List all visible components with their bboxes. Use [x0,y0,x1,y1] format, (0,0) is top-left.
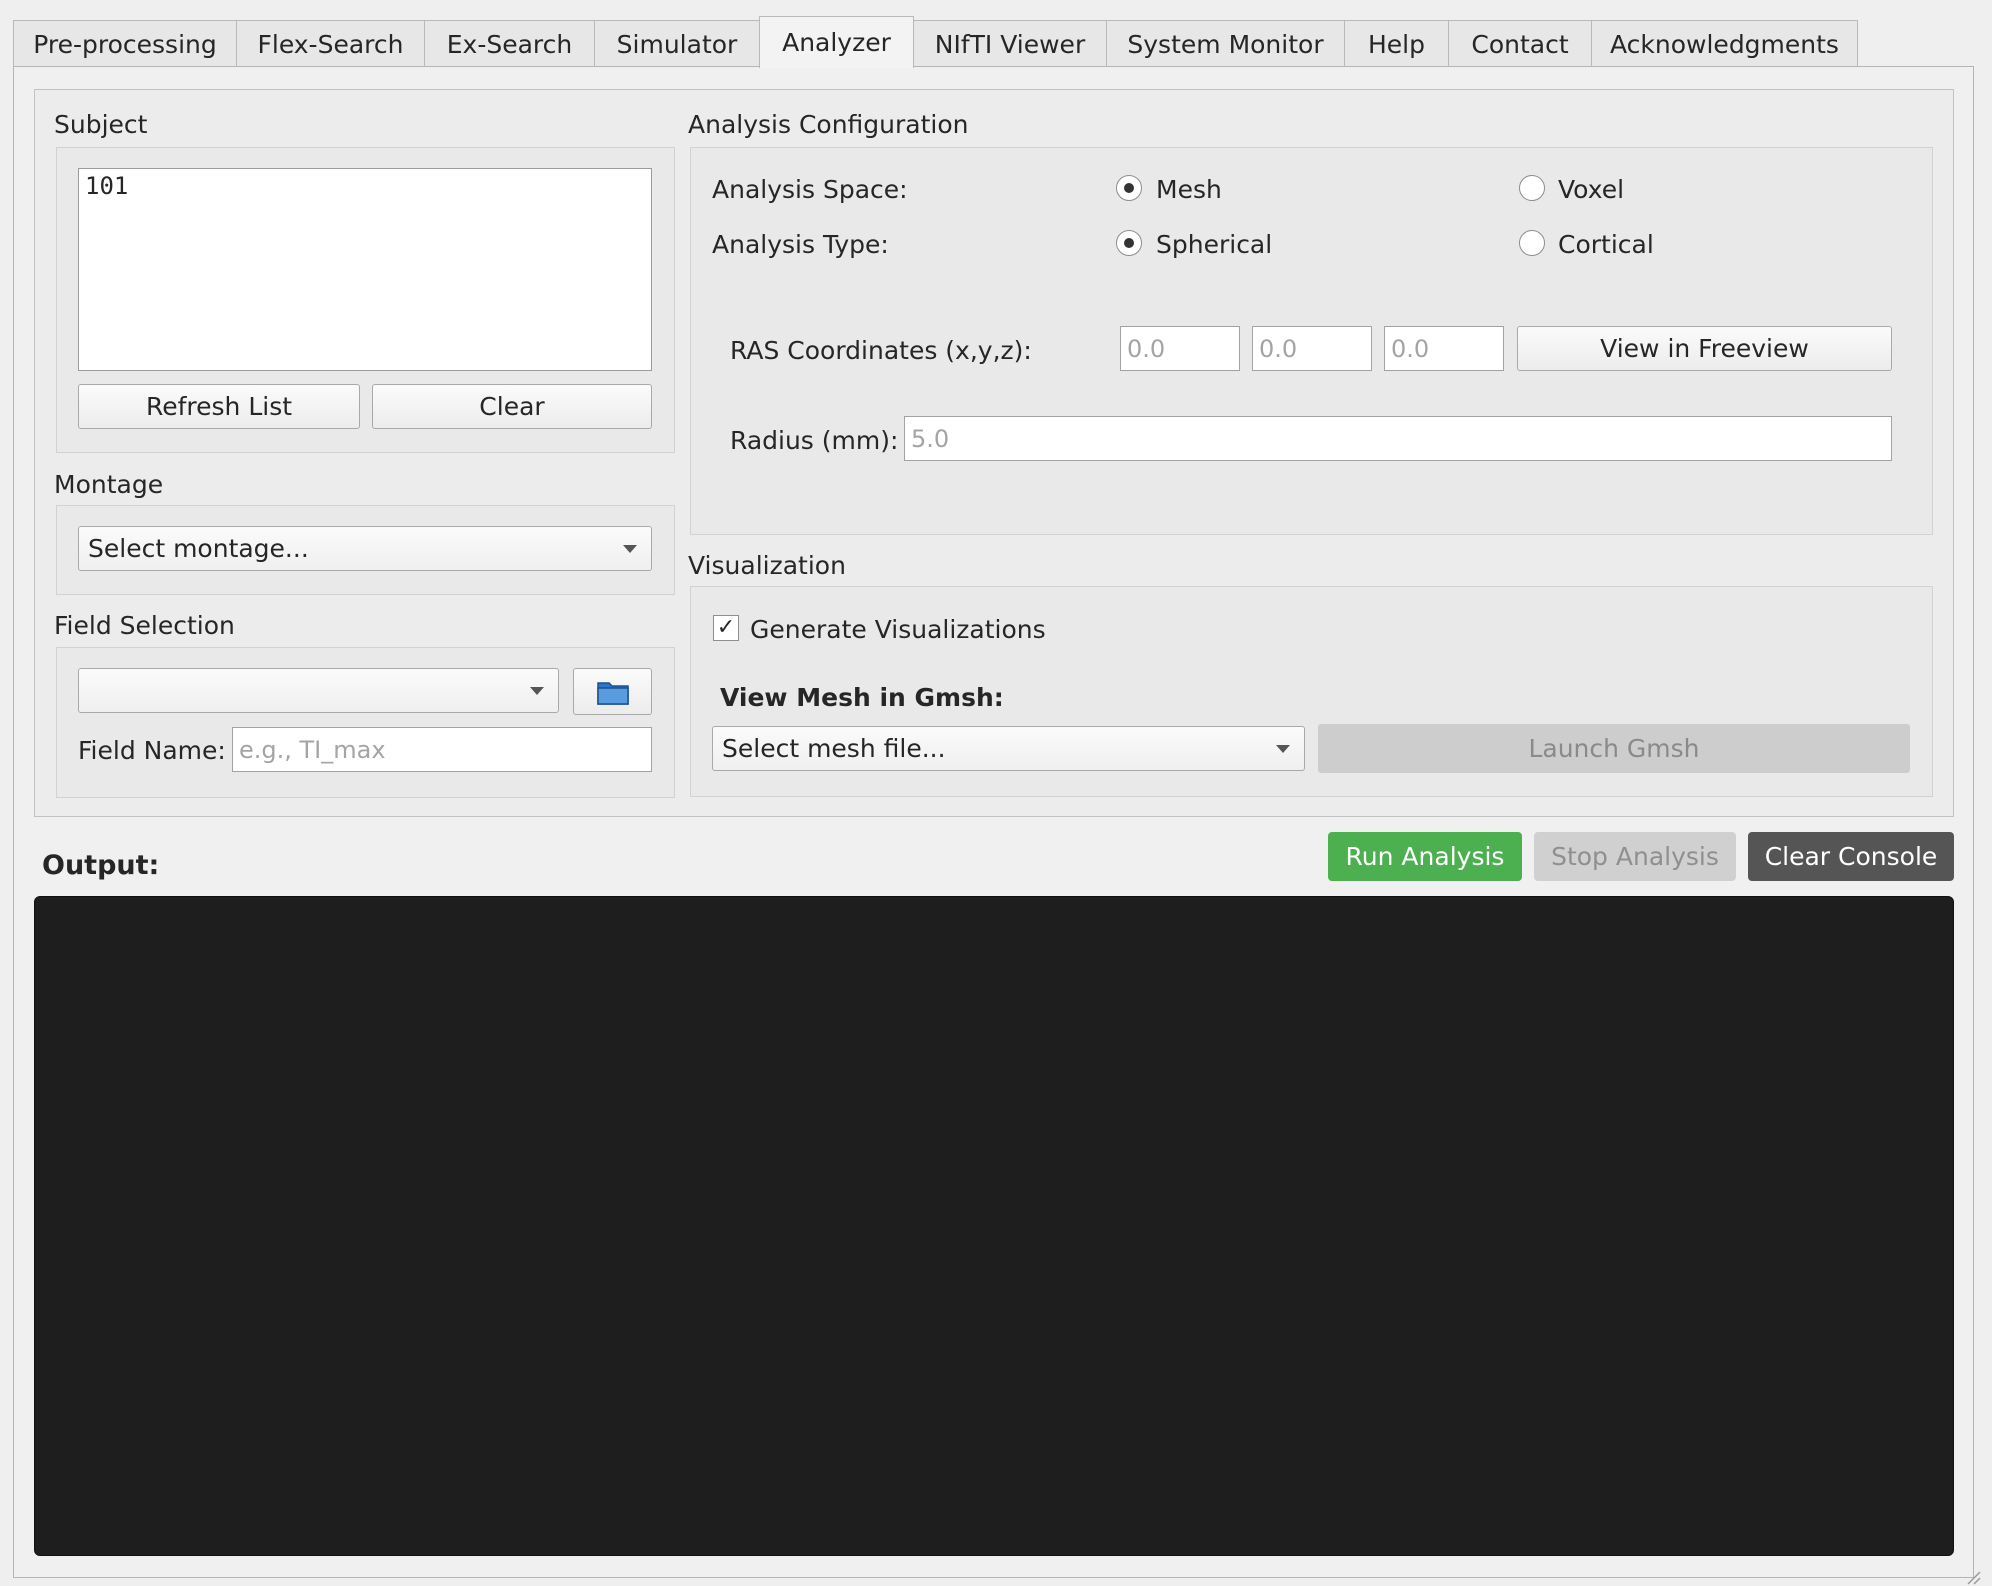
mesh-file-select-value: Select mesh file... [722,734,946,763]
analysis-config-title: Analysis Configuration [688,110,969,139]
mesh-file-select[interactable]: Select mesh file... [712,726,1305,771]
field-name-label: Field Name: [78,736,226,765]
clear-console-button[interactable]: Clear Console [1748,832,1954,881]
output-console[interactable] [34,896,1954,1556]
stop-analysis-button[interactable]: Stop Analysis [1534,832,1736,881]
montage-select[interactable]: Select montage... [78,526,652,571]
subject-title: Subject [54,110,148,139]
launch-gmsh-button[interactable]: Launch Gmsh [1318,724,1910,773]
tab-system-monitor[interactable]: System Monitor [1106,20,1345,67]
resize-grip-icon[interactable] [1962,1566,1982,1586]
radio-cortical-label[interactable]: Cortical [1558,230,1654,259]
tab-flex-search[interactable]: Flex-Search [236,20,425,67]
radio-voxel-label[interactable]: Voxel [1558,175,1624,204]
radius-input[interactable] [904,416,1892,461]
output-title: Output: [42,850,160,881]
ras-coordinates-label: RAS Coordinates (x,y,z): [730,336,1032,365]
tab-simulator[interactable]: Simulator [594,20,760,67]
analysis-type-label: Analysis Type: [712,230,889,259]
visualization-title: Visualization [688,551,846,580]
view-in-freeview-button[interactable]: View in Freeview [1517,326,1892,371]
refresh-list-button[interactable]: Refresh List [78,384,360,429]
tab-contact[interactable]: Contact [1448,20,1592,67]
console-text [35,897,1953,917]
field-select[interactable] [78,668,559,713]
radius-label: Radius (mm): [730,426,899,455]
tab-ex-search[interactable]: Ex-Search [424,20,595,67]
radio-mesh-label[interactable]: Mesh [1156,175,1222,204]
generate-visualizations-label[interactable]: Generate Visualizations [750,615,1046,644]
radio-mesh-indicator[interactable] [1116,175,1142,201]
chevron-down-icon [1276,744,1290,753]
field-name-input[interactable] [232,727,652,772]
checkmark-icon[interactable]: ✓ [713,615,739,641]
montage-select-value: Select montage... [88,534,309,563]
subject-list-item[interactable]: 101 [85,172,645,200]
subject-list[interactable]: 101 [78,168,652,371]
tab-analyzer[interactable]: Analyzer [759,16,914,68]
chevron-down-icon [530,686,544,695]
browse-field-button[interactable] [573,668,652,715]
radio-spherical-indicator[interactable] [1116,230,1142,256]
tab-help[interactable]: Help [1344,20,1449,67]
montage-title: Montage [54,470,164,499]
tab-pre-processing[interactable]: Pre-processing [13,20,237,67]
tab-acknowledgments[interactable]: Acknowledgments [1591,20,1858,67]
analysis-space-label: Analysis Space: [712,175,908,204]
ras-x-input[interactable] [1120,326,1240,371]
ras-z-input[interactable] [1384,326,1504,371]
field-selection-title: Field Selection [54,611,235,640]
gmsh-title: View Mesh in Gmsh: [720,683,1004,712]
radio-voxel-indicator[interactable] [1519,175,1545,201]
run-analysis-button[interactable]: Run Analysis [1328,832,1522,881]
clear-subject-button[interactable]: Clear [372,384,652,429]
chevron-down-icon [623,544,637,553]
ras-y-input[interactable] [1252,326,1372,371]
folder-icon [596,681,629,705]
tab-nifti-viewer[interactable]: NIfTI Viewer [913,20,1107,67]
radio-cortical-indicator[interactable] [1519,230,1545,256]
radio-spherical-label[interactable]: Spherical [1156,230,1272,259]
